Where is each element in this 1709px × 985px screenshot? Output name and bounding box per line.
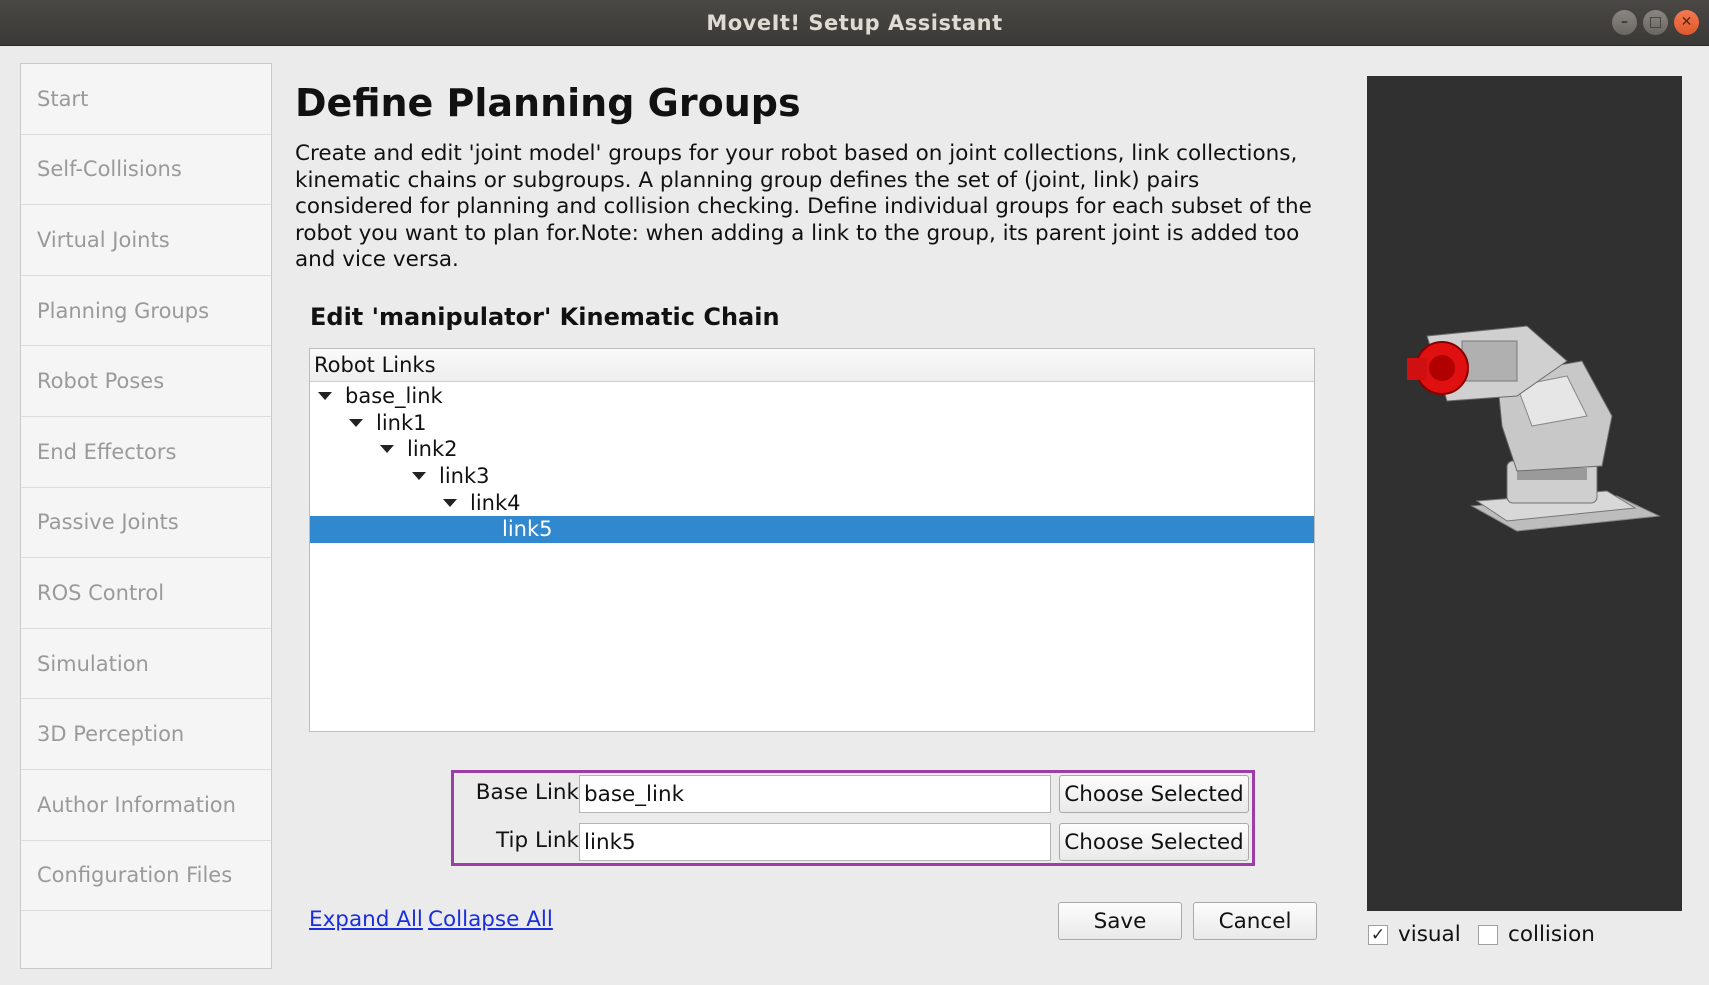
close-button[interactable]: ✕ (1674, 10, 1699, 35)
sidebar-item-planning-groups[interactable]: Planning Groups (21, 275, 271, 347)
collision-label: collision (1508, 922, 1595, 947)
sidebar-item-label: Author Information (37, 792, 236, 817)
window-title: MoveIt! Setup Assistant (706, 11, 1003, 35)
sidebar-item-label: 3D Perception (37, 722, 185, 747)
tree-node-link1[interactable]: link1 (310, 410, 1314, 437)
sidebar-item-robot-poses[interactable]: Robot Poses (21, 346, 271, 417)
expand-arrow-icon[interactable] (349, 418, 363, 427)
tree-node-label: link3 (439, 464, 490, 489)
tree-node-link5[interactable]: link5 (310, 515, 1314, 543)
sidebar-item-label: Virtual Joints (37, 227, 170, 252)
base-link-label: Base Link (475, 780, 579, 805)
page-title: Define Planning Groups (295, 81, 801, 125)
tree-node-label: link1 (376, 410, 427, 435)
base-link-input[interactable]: base_link (579, 775, 1051, 813)
tip-link-label: Tip Link (496, 828, 579, 853)
sidebar-nav: Start Self-Collisions Virtual Joints Pla… (20, 63, 272, 969)
sidebar-item-label: Robot Poses (37, 369, 165, 394)
tree-node-link2[interactable]: link2 (310, 436, 1314, 463)
sidebar-item-label: Passive Joints (37, 510, 179, 535)
tree-node-label: link5 (502, 517, 553, 542)
main-panel: Define Planning Groups Create and edit '… (293, 47, 1323, 983)
visual-checkbox-row[interactable]: ✓ visual (1368, 922, 1461, 947)
sidebar-item-virtual-joints[interactable]: Virtual Joints (21, 205, 271, 276)
minimize-button[interactable]: – (1612, 10, 1637, 35)
tree-node-link4[interactable]: link4 (310, 489, 1314, 516)
sidebar-item-3d-perception[interactable]: 3D Perception (21, 699, 271, 770)
sidebar-item-simulation[interactable]: Simulation (21, 628, 271, 700)
robot-links-tree[interactable]: Robot Links base_link link1 link2 link3 (309, 348, 1315, 732)
collapse-all-link[interactable]: Collapse All (428, 907, 553, 932)
sidebar-item-author-information[interactable]: Author Information (21, 769, 271, 841)
sidebar-item-label: Planning Groups (37, 298, 210, 323)
sidebar-item-ros-control[interactable]: ROS Control (21, 558, 271, 629)
sidebar-item-start[interactable]: Start (21, 64, 271, 135)
cancel-button[interactable]: Cancel (1193, 902, 1317, 940)
tree-node-link3[interactable]: link3 (310, 463, 1314, 490)
robot-model-image (1407, 325, 1661, 532)
collision-checkbox-row[interactable]: collision (1478, 922, 1595, 947)
tree-node-label: link4 (470, 490, 521, 515)
sidebar-item-end-effectors[interactable]: End Effectors (21, 416, 271, 488)
save-button[interactable]: Save (1058, 902, 1182, 940)
expand-all-link[interactable]: Expand All (309, 907, 423, 932)
expand-arrow-icon[interactable] (380, 445, 394, 454)
tree-node-label: base_link (345, 384, 443, 409)
tip-link-input[interactable]: link5 (579, 823, 1051, 861)
expand-arrow-icon[interactable] (318, 392, 332, 401)
tree-node-label: link2 (407, 437, 458, 462)
sidebar-item-label: End Effectors (37, 439, 177, 464)
sidebar-item-label: Start (37, 86, 89, 111)
visual-checkbox[interactable]: ✓ (1368, 924, 1388, 945)
expand-arrow-icon[interactable] (412, 472, 426, 481)
choose-selected-base-button[interactable]: Choose Selected (1059, 775, 1249, 813)
section-title: Edit 'manipulator' Kinematic Chain (310, 303, 780, 331)
visual-label: visual (1398, 922, 1461, 947)
title-bar: MoveIt! Setup Assistant – □ ✕ (0, 0, 1709, 46)
page-description: Create and edit 'joint model' groups for… (295, 141, 1312, 273)
robot-3d-viewer[interactable] (1367, 76, 1682, 911)
sidebar-item-label: Configuration Files (37, 863, 233, 888)
sidebar-item-label: ROS Control (37, 580, 165, 605)
choose-selected-tip-button[interactable]: Choose Selected (1059, 823, 1249, 861)
collision-checkbox[interactable] (1478, 924, 1498, 945)
window-content: Start Self-Collisions Virtual Joints Pla… (3, 47, 1706, 983)
sidebar-item-configuration-files[interactable]: Configuration Files (21, 840, 271, 912)
sidebar-item-label: Self-Collisions (37, 157, 182, 182)
maximize-button[interactable]: □ (1643, 10, 1668, 35)
expand-arrow-icon[interactable] (443, 498, 457, 507)
sidebar-item-self-collisions[interactable]: Self-Collisions (21, 134, 271, 206)
tree-node-base-link[interactable]: base_link (310, 383, 1314, 410)
tree-header: Robot Links (310, 349, 1314, 382)
sidebar-item-label: Simulation (37, 651, 149, 676)
sidebar-item-passive-joints[interactable]: Passive Joints (21, 487, 271, 559)
